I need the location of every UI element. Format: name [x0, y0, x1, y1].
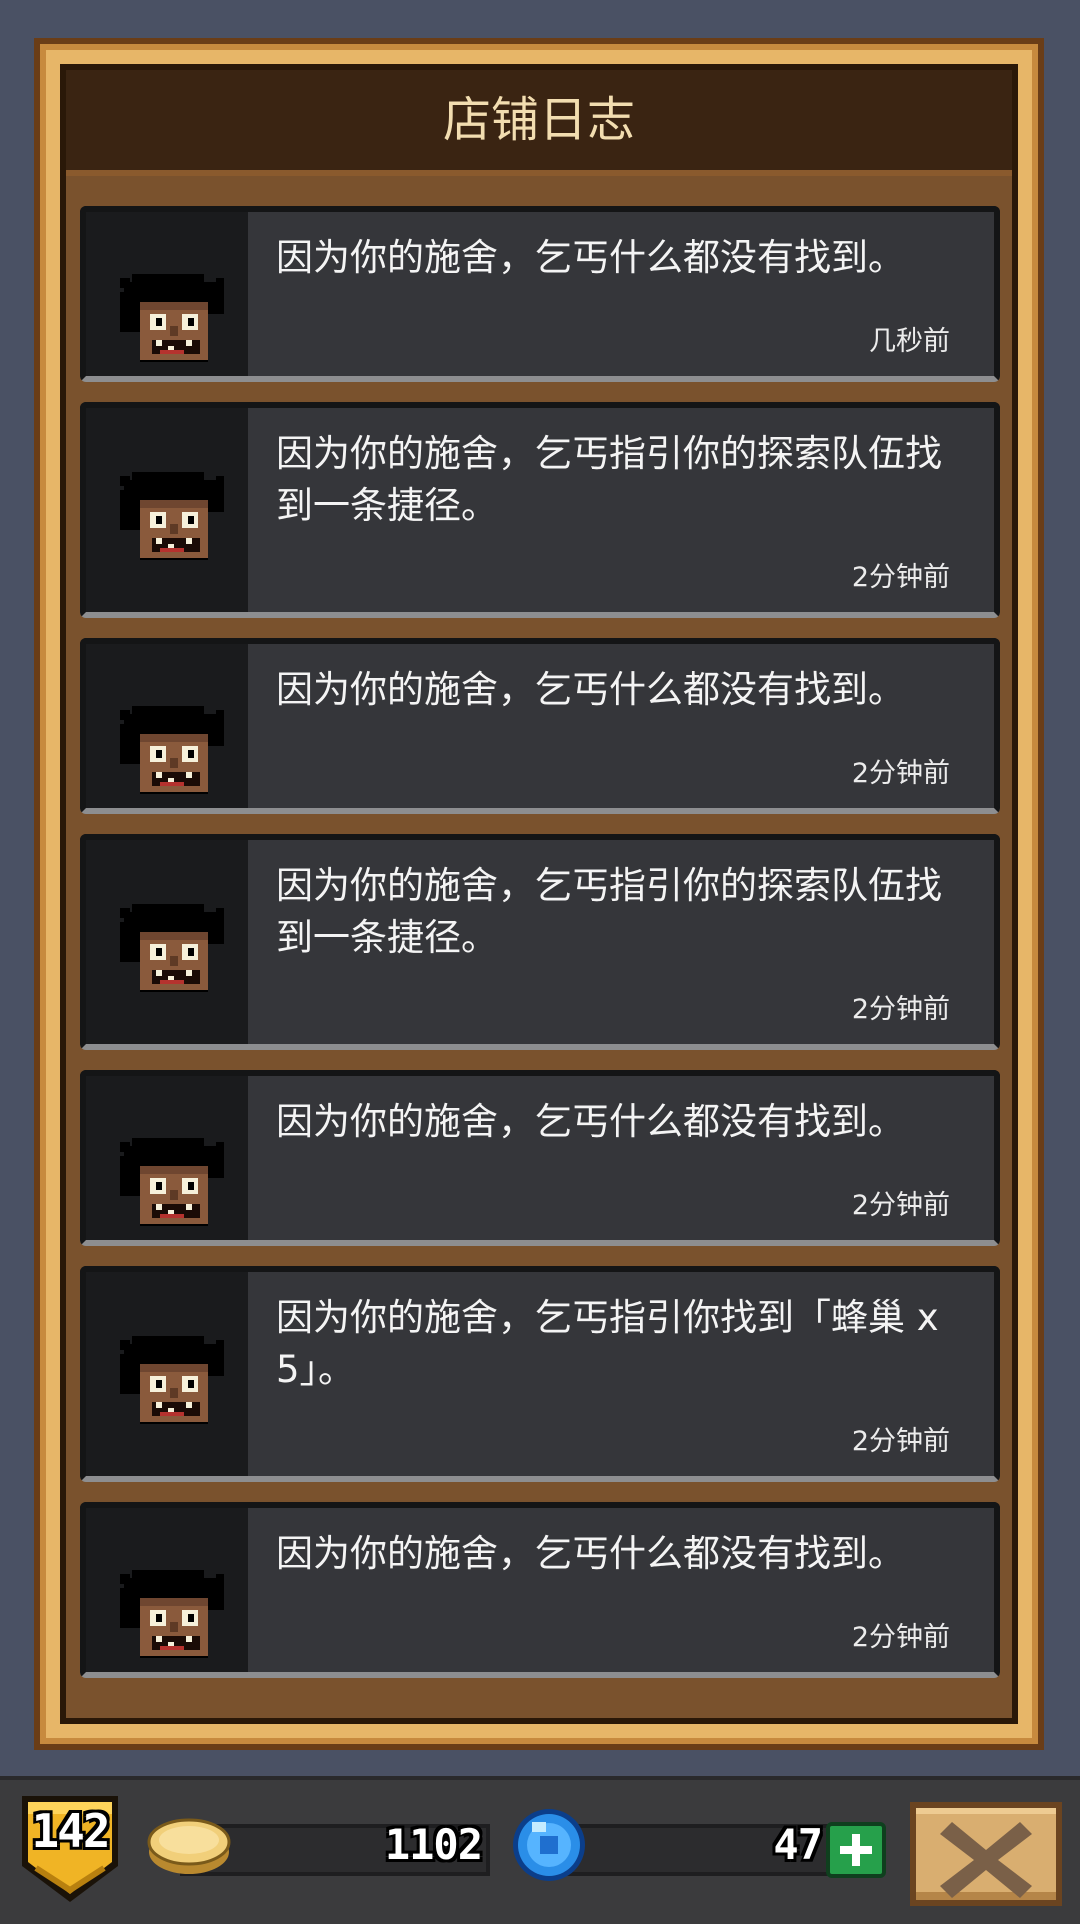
- avatar-frame: [86, 408, 248, 612]
- gem-amount: 47: [773, 1820, 823, 1869]
- log-timestamp: 2分钟前: [851, 562, 950, 593]
- beggar-avatar-icon: [120, 1138, 224, 1226]
- log-timestamp: 2分钟前: [851, 994, 950, 1025]
- log-message: 因为你的施舍，乞丐指引你的探索队伍找到一条捷径。: [276, 432, 942, 527]
- log-entry: 因为你的施舍，乞丐什么都没有找到。 2分钟前: [80, 1070, 1000, 1246]
- log-entry: 因为你的施舍，乞丐指引你的探索队伍找到一条捷径。 2分钟前: [80, 402, 1000, 618]
- log-entry: 因为你的施舍，乞丐指引你的探索队伍找到一条捷径。 2分钟前: [80, 834, 1000, 1050]
- gold-amount: 1102: [384, 1820, 483, 1869]
- log-entry: 因为你的施舍，乞丐什么都没有找到。 几秒前: [80, 206, 1000, 382]
- log-message: 因为你的施舍，乞丐指引你找到「蜂巢 x 5」。: [276, 1296, 939, 1391]
- close-x-icon: [940, 1822, 1032, 1898]
- beggar-avatar-icon: [120, 904, 224, 992]
- player-level: 142: [31, 1804, 110, 1858]
- beggar-avatar-icon: [120, 472, 224, 560]
- status-bar: 142 1102 47: [0, 1776, 1080, 1924]
- avatar-frame: [86, 644, 248, 808]
- log-entry: 因为你的施舍，乞丐什么都没有找到。 2分钟前: [80, 1502, 1000, 1678]
- panel-header: 店铺日志: [66, 70, 1012, 176]
- avatar-frame: [86, 840, 248, 1044]
- log-message: 因为你的施舍，乞丐指引你的探索队伍找到一条捷径。: [276, 864, 942, 959]
- beggar-avatar-icon: [120, 1570, 224, 1658]
- log-timestamp: 2分钟前: [851, 1622, 950, 1653]
- log-entry: 因为你的施舍，乞丐指引你找到「蜂巢 x 5」。 2分钟前: [80, 1266, 1000, 1482]
- avatar-frame: [86, 1076, 248, 1240]
- blue-gem-icon: [513, 1809, 585, 1881]
- avatar-frame: [86, 1272, 248, 1476]
- beggar-avatar-icon: [120, 706, 224, 794]
- page-title: 店铺日志: [442, 92, 635, 148]
- log-message: 因为你的施舍，乞丐什么都没有找到。: [276, 1100, 905, 1143]
- log-timestamp: 几秒前: [869, 326, 950, 357]
- add-gems-button[interactable]: [826, 1822, 886, 1878]
- close-button[interactable]: [910, 1802, 1062, 1906]
- log-message: 因为你的施舍，乞丐什么都没有找到。: [276, 668, 905, 711]
- log-timestamp: 2分钟前: [851, 758, 950, 789]
- beggar-avatar-icon: [120, 274, 224, 362]
- beggar-avatar-icon: [120, 1336, 224, 1424]
- log-message: 因为你的施舍，乞丐什么都没有找到。: [276, 236, 905, 279]
- log-timestamp: 2分钟前: [851, 1190, 950, 1221]
- avatar-frame: [86, 212, 248, 376]
- log-message: 因为你的施舍，乞丐什么都没有找到。: [276, 1532, 905, 1575]
- log-entry: 因为你的施舍，乞丐什么都没有找到。 2分钟前: [80, 638, 1000, 814]
- gold-coin-icon: [147, 1818, 231, 1874]
- avatar-frame: [86, 1508, 248, 1672]
- log-timestamp: 2分钟前: [851, 1426, 950, 1457]
